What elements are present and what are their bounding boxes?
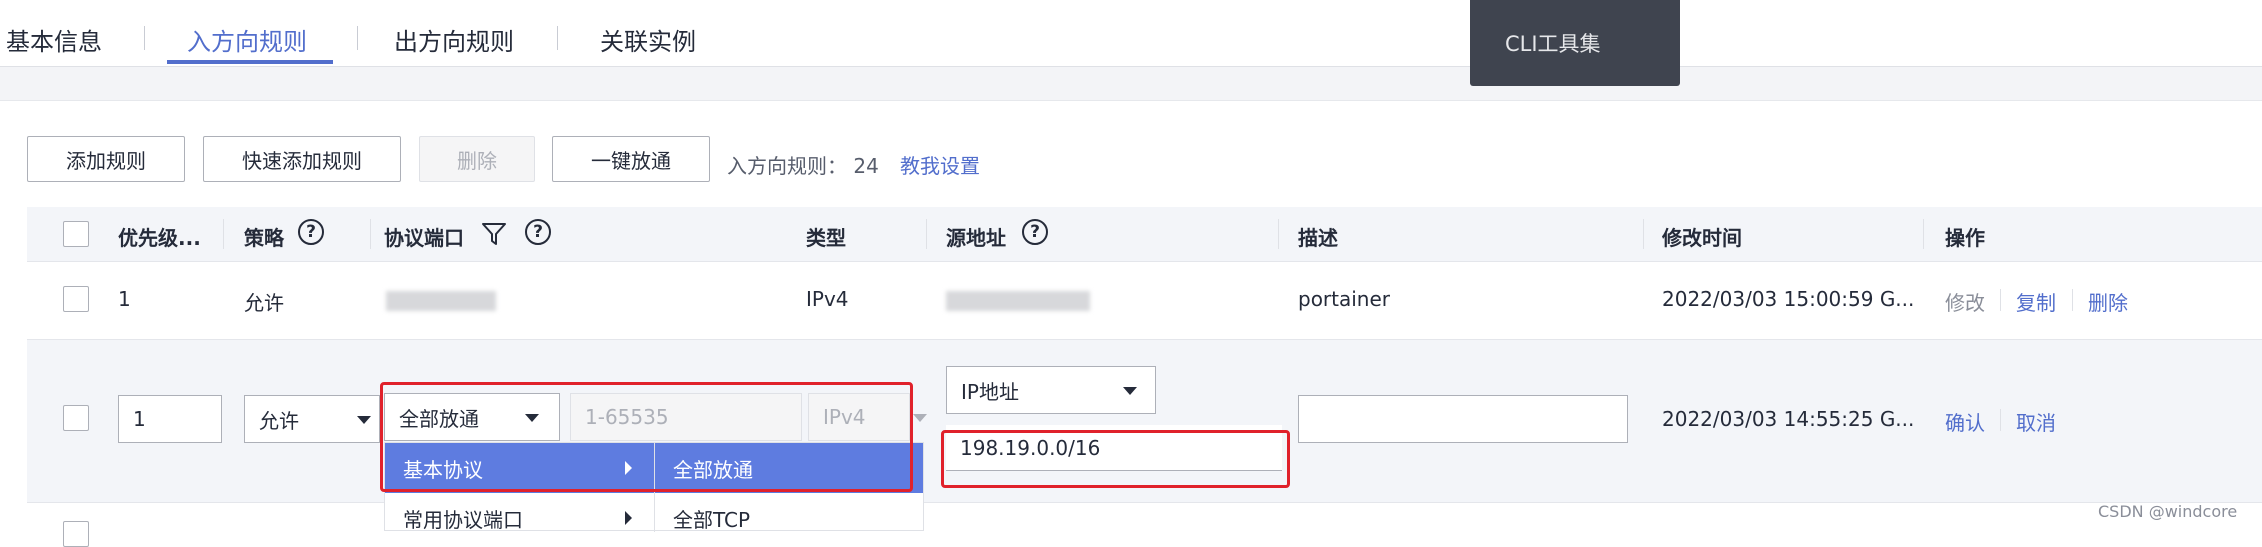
table-header: [27, 207, 2262, 261]
priority-value: 1: [133, 407, 146, 431]
cli-tooltip[interactable]: CLI工具集: [1470, 0, 1680, 86]
description-input[interactable]: [1298, 395, 1628, 443]
row-checkbox[interactable]: [63, 405, 89, 431]
redacted-source-address: [946, 291, 1090, 311]
edit-action[interactable]: 修改: [1945, 287, 1985, 316]
help-icon[interactable]: ?: [525, 219, 551, 245]
allow-all-button[interactable]: 一键放通: [552, 136, 710, 182]
policy-value: 允许: [259, 408, 299, 433]
column-divider: [1923, 219, 1924, 249]
chevron-down-icon: [913, 414, 927, 422]
header-policy: 策略: [244, 226, 284, 250]
active-tab-indicator: [167, 60, 333, 64]
chevron-right-icon: [625, 511, 632, 525]
menu-item-label: 常用协议端口: [403, 507, 523, 532]
edit-row-modified-time: 2022/03/03 14:55:25 G...: [1662, 407, 1915, 431]
tab-basic-info[interactable]: 基本信息: [6, 22, 102, 57]
action-divider: [2072, 289, 2073, 311]
header-source: 源地址: [946, 226, 1006, 250]
filter-icon[interactable]: [481, 221, 507, 247]
source-type-select[interactable]: IP地址: [946, 366, 1156, 414]
header-description: 描述: [1298, 226, 1338, 250]
rule-count-value: 24: [853, 154, 879, 178]
header-modified-time: 修改时间: [1662, 226, 1742, 250]
delete-button[interactable]: 删除: [419, 136, 535, 182]
tab-associated-instances[interactable]: 关联实例: [600, 22, 696, 57]
policy-select[interactable]: 允许: [244, 395, 380, 443]
tab-divider: [357, 26, 358, 50]
header-protocol-port: 协议端口: [384, 226, 464, 250]
help-icon[interactable]: ?: [1022, 219, 1048, 245]
tab-divider: [557, 26, 558, 50]
tab-outbound-rules[interactable]: 出方向规则: [394, 22, 514, 57]
content-band: [0, 67, 2262, 101]
tab-bar: 基本信息 入方向规则 出方向规则 关联实例: [0, 0, 2262, 67]
header-actions: 操作: [1945, 226, 1985, 250]
help-setup-link[interactable]: 教我设置: [900, 150, 980, 179]
source-type-value: IP地址: [961, 379, 1019, 404]
column-divider: [370, 219, 371, 249]
column-divider: [1643, 219, 1644, 249]
menu-item-all-tcp[interactable]: 全部TCP: [655, 493, 923, 543]
cancel-action[interactable]: 取消: [2016, 407, 2056, 436]
chevron-down-icon: [1123, 387, 1137, 395]
row-checkbox[interactable]: [63, 286, 89, 312]
row-divider: [27, 502, 2262, 503]
column-divider: [223, 219, 224, 249]
delete-action[interactable]: 删除: [2088, 287, 2128, 316]
cli-tooltip-label: CLI工具集: [1505, 32, 1601, 56]
tab-inbound-rules[interactable]: 入方向规则: [187, 22, 307, 57]
row-divider: [27, 261, 2262, 262]
rule-count-label: 入方向规则：: [727, 154, 847, 178]
highlight-box-source: [941, 430, 1290, 488]
row-modified-time: 2022/03/03 15:00:59 G...: [1662, 287, 1915, 311]
action-divider: [2000, 289, 2001, 311]
column-divider: [926, 219, 927, 249]
rule-count: 入方向规则： 24: [727, 150, 879, 179]
tab-divider: [144, 26, 145, 50]
header-priority[interactable]: 优先级...: [118, 222, 201, 251]
action-divider: [2000, 409, 2001, 431]
row-priority: 1: [118, 287, 131, 311]
menu-item-label: 全部TCP: [673, 507, 751, 532]
highlight-box-protocol: [380, 382, 913, 492]
row-policy: 允许: [244, 291, 284, 315]
menu-item-common-ports[interactable]: 常用协议端口: [385, 493, 655, 543]
row-description: portainer: [1298, 287, 1391, 311]
add-rule-button[interactable]: 添加规则: [27, 136, 185, 182]
redacted-protocol-port: [386, 291, 496, 311]
column-divider: [1278, 219, 1279, 249]
priority-input[interactable]: 1: [118, 395, 222, 443]
row-checkbox[interactable]: [63, 521, 89, 547]
chevron-down-icon: [357, 416, 371, 424]
header-type: 类型: [806, 226, 846, 250]
help-icon[interactable]: ?: [298, 219, 324, 245]
quick-add-rule-button[interactable]: 快速添加规则: [203, 136, 401, 182]
select-all-checkbox[interactable]: [63, 221, 89, 247]
confirm-action[interactable]: 确认: [1945, 407, 1985, 436]
watermark: CSDN @windcore: [2098, 502, 2238, 521]
row-type: IPv4: [806, 287, 849, 311]
copy-action[interactable]: 复制: [2016, 287, 2056, 316]
